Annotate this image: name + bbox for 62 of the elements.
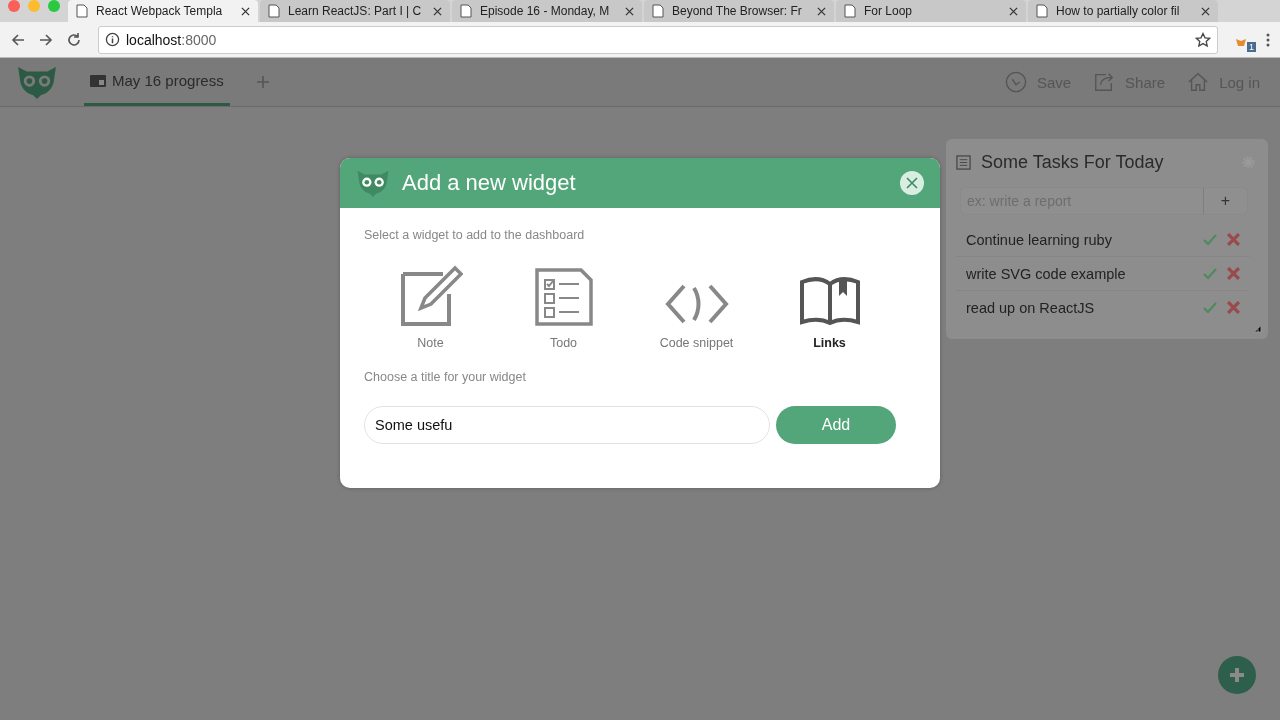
- instruction-text: Select a widget to add to the dashboard: [364, 228, 586, 242]
- dashboard-icon: [90, 73, 106, 88]
- close-tab-icon[interactable]: [1009, 6, 1018, 16]
- check-icon[interactable]: [1203, 233, 1217, 246]
- share-icon: [1093, 71, 1116, 93]
- page-icon: [652, 4, 664, 18]
- widget-title-input[interactable]: Some usefu: [364, 406, 770, 444]
- close-button[interactable]: [900, 171, 924, 195]
- browser-tab[interactable]: React Webpack Templa: [68, 0, 258, 22]
- close-tab-icon[interactable]: [241, 6, 250, 16]
- owl-logo-icon: [356, 169, 390, 197]
- browser-tab[interactable]: Episode 16 - Monday, M: [452, 0, 642, 22]
- widget-option[interactable]: Links: [763, 260, 896, 350]
- close-icon: [906, 177, 918, 189]
- widget-option[interactable]: Note: [364, 260, 497, 350]
- house-icon: [1187, 71, 1210, 93]
- page-icon: [76, 4, 88, 18]
- back-icon[interactable]: [10, 31, 26, 48]
- reload-icon[interactable]: [66, 31, 82, 48]
- add-widget-button[interactable]: [1218, 656, 1256, 694]
- instruction-text: Choose a title for your widget: [364, 370, 527, 384]
- browser-tab[interactable]: Beyond The Browser: Fr: [644, 0, 834, 22]
- extension-button[interactable]: 1: [1234, 29, 1254, 50]
- book-icon: [798, 276, 861, 326]
- code-icon: [663, 282, 730, 326]
- info-icon: [105, 32, 120, 47]
- close-tab-icon[interactable]: [1201, 6, 1210, 16]
- delete-icon[interactable]: [1227, 267, 1240, 280]
- browser-tab[interactable]: Learn ReactJS: Part I | C: [260, 0, 450, 22]
- task-text: read up on ReactJS: [966, 299, 1096, 316]
- widget-title: Some Tasks For Today: [981, 151, 1165, 173]
- address-bar[interactable]: localhost:8000: [98, 25, 1218, 54]
- widget-option[interactable]: Code snippet: [630, 260, 763, 350]
- menu-icon[interactable]: [1266, 31, 1270, 48]
- close-tab-icon[interactable]: [625, 6, 634, 16]
- save-icon: [1004, 71, 1027, 93]
- add-button[interactable]: Add: [776, 406, 896, 444]
- browser-tab[interactable]: For Loop: [836, 0, 1026, 22]
- check-icon[interactable]: [1203, 301, 1217, 314]
- delete-icon[interactable]: [1227, 301, 1240, 314]
- task-text: Continue learning ruby: [966, 231, 1113, 248]
- checklist-icon: [534, 268, 593, 326]
- close-tab-icon[interactable]: [817, 6, 826, 16]
- delete-icon[interactable]: [1227, 233, 1240, 246]
- bookmark-star-icon[interactable]: [1195, 31, 1211, 48]
- owl-logo-icon[interactable]: [16, 65, 58, 99]
- resize-handle-icon[interactable]: [1254, 325, 1262, 333]
- widget-option[interactable]: Todo: [497, 260, 630, 350]
- check-icon[interactable]: [1203, 267, 1217, 280]
- dialog-title: Add a new widget: [402, 170, 577, 196]
- forward-icon[interactable]: [38, 31, 54, 48]
- task-text: write SVG code example: [966, 265, 1127, 282]
- list-icon: [956, 154, 971, 170]
- page-icon: [1036, 4, 1048, 18]
- browser-tab[interactable]: How to partially color fil: [1028, 0, 1218, 22]
- dashboard-tab[interactable]: May 16 progress: [84, 58, 230, 106]
- page-icon: [844, 4, 856, 18]
- close-window-button[interactable]: [8, 0, 20, 12]
- close-tab-icon[interactable]: [433, 6, 442, 16]
- plus-icon: [1227, 665, 1247, 685]
- page-icon: [268, 4, 280, 18]
- page-icon: [460, 4, 472, 18]
